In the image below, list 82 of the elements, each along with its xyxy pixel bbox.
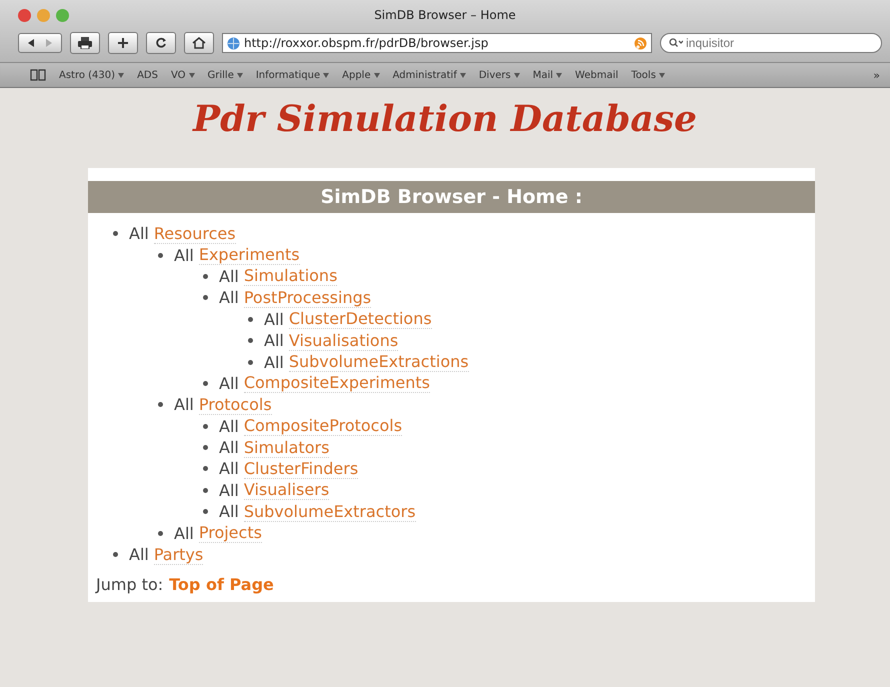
item-prefix: All [219,459,239,478]
category-link[interactable]: Visualisers [244,480,330,500]
panel-title-bar: SimDB Browser - Home : [88,181,815,213]
bullet-icon [158,530,163,536]
jump-label: Jump to: [96,575,164,594]
address-field[interactable]: http://roxxor.obspm.fr/pdrDB/browser.jsp [222,33,652,53]
plus-icon [117,37,129,49]
bullet-icon [203,509,208,514]
print-button[interactable] [70,32,100,54]
category-link[interactable]: Partys [154,544,204,565]
add-bookmark-button[interactable] [108,32,138,54]
back-forward-control[interactable] [18,33,62,53]
item-prefix: All [219,266,239,286]
bookmark-item[interactable]: Webmail [575,70,618,80]
item-prefix: All [129,224,149,244]
bullet-icon [203,424,208,429]
bullet-icon [248,316,253,322]
item-prefix: All [264,352,284,372]
bullet-icon [203,295,208,300]
bookmark-item[interactable]: Administratif [392,70,466,80]
category-link[interactable]: CompositeProtocols [244,416,402,436]
category-link[interactable]: SubvolumeExtractions [288,352,469,372]
item-prefix: All [129,545,149,564]
page-heading: Pdr Simulation Database [191,98,698,140]
bullet-icon [203,445,208,450]
search-input[interactable]: inquisitor [686,36,806,50]
category-link[interactable]: ClusterFinders [244,458,358,479]
category-link[interactable]: CompositeExperiments [244,373,430,394]
bullet-icon [158,252,163,258]
top-of-page-link[interactable]: Top of Page [169,575,274,594]
bookmark-item[interactable]: Astro (430) [59,70,124,80]
bullet-icon [158,402,163,408]
bookmark-item[interactable]: VO [170,70,194,80]
printer-icon [78,37,92,49]
bookmark-item[interactable]: Mail [532,70,562,80]
bullet-icon [248,338,253,344]
item-prefix: All [219,438,239,458]
category-link[interactable]: Experiments [198,245,300,266]
bullet-icon [203,466,208,472]
item-prefix: All [264,310,284,329]
bullet-icon [203,488,208,493]
more-bookmarks-button[interactable]: » [873,68,880,82]
home-icon [192,37,206,49]
globe-icon [227,36,240,50]
item-prefix: All [219,374,239,393]
item-prefix: All [219,288,239,308]
category-link[interactable]: Projects [198,523,262,544]
search-field[interactable]: inquisitor [660,33,882,53]
search-icon [669,38,683,48]
category-link[interactable]: Visualisations [288,330,398,351]
category-link[interactable]: Resources [154,224,236,244]
home-button[interactable] [184,32,214,54]
category-link[interactable]: ClusterDetections [288,309,432,330]
category-link[interactable]: SubvolumeExtractors [244,502,416,522]
item-prefix: All [219,480,239,500]
item-prefix: All [174,395,194,414]
reload-icon [155,37,167,49]
item-prefix: All [174,246,194,265]
category-link[interactable]: PostProcessings [244,288,372,308]
close-button[interactable] [18,8,31,22]
bookmark-item[interactable]: ADS [137,70,158,80]
bullet-icon [203,380,208,386]
bookmark-item[interactable]: Apple [342,70,380,80]
bookmark-item[interactable]: Grille [208,70,243,80]
item-prefix: All [264,331,284,350]
category-link[interactable]: Protocols [198,394,272,415]
bullet-icon [203,274,208,279]
book-icon[interactable] [30,69,46,81]
bookmark-item[interactable]: Tools [631,70,665,80]
bookmark-item[interactable]: Informatique [256,70,330,80]
bullet-icon [248,360,253,365]
reload-button[interactable] [146,32,176,54]
item-prefix: All [219,416,239,436]
item-prefix: All [174,524,194,543]
category-link[interactable]: Simulators [244,438,330,458]
bullet-icon [113,231,118,236]
url-text: http://roxxor.obspm.fr/pdrDB/browser.jsp [244,36,488,50]
category-link[interactable]: Simulations [244,266,338,286]
window-title: SimDB Browser – Home [373,8,517,22]
bookmark-item[interactable]: Divers [478,70,520,80]
item-prefix: All [219,502,239,522]
bullet-icon [113,552,118,558]
